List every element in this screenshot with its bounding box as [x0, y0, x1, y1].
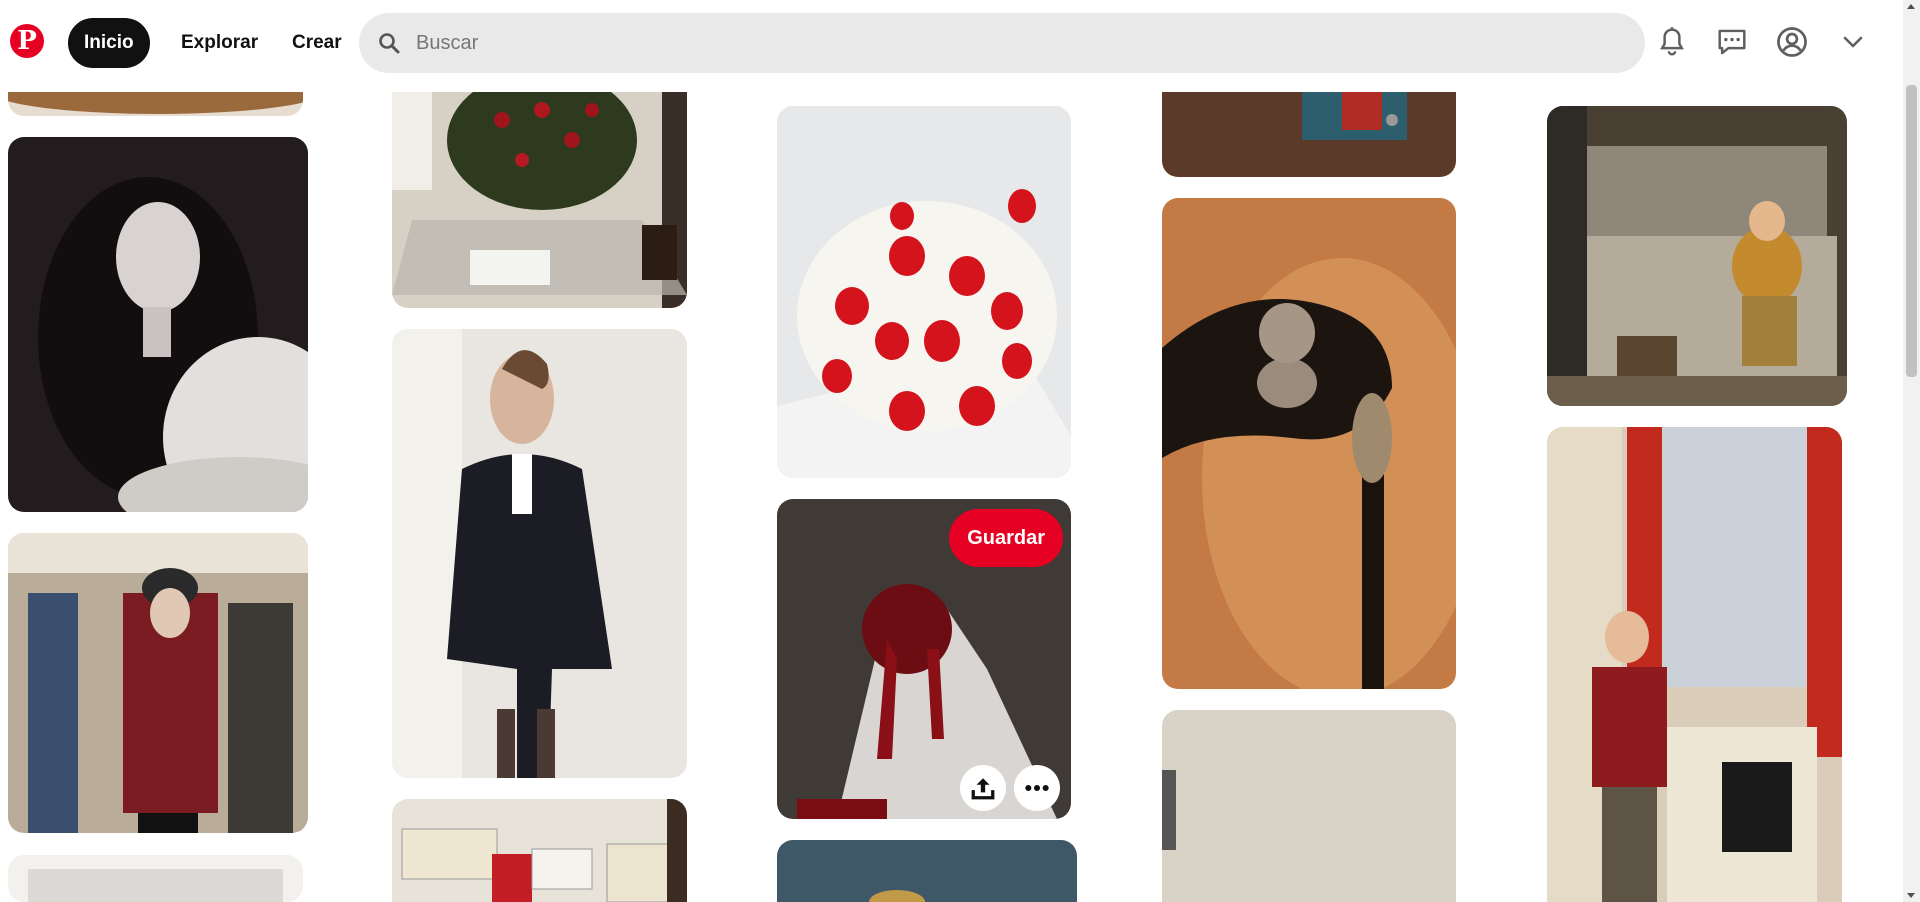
- pin-woman-bw-portrait[interactable]: [8, 137, 308, 512]
- pin-kid-window[interactable]: [1547, 427, 1842, 902]
- pin-strawberry-cream-cake[interactable]: [777, 106, 1071, 478]
- pin-image: [777, 840, 1077, 902]
- pin-image: [8, 855, 303, 902]
- nav-explore-button[interactable]: Explorar: [165, 18, 274, 68]
- pin-image: [392, 329, 687, 778]
- search-icon: [379, 33, 400, 54]
- pin-image: [1547, 427, 1842, 902]
- pin-image: [777, 106, 1071, 478]
- messages-button[interactable]: [1714, 24, 1750, 60]
- chevron-down-icon: [1843, 36, 1863, 48]
- pinterest-logo-icon[interactable]: P: [10, 24, 44, 58]
- profile-icon: [1777, 27, 1807, 57]
- pin-arabic-calligraphy-wall[interactable]: [392, 799, 687, 902]
- pin-image: [1547, 106, 1847, 406]
- scroll-down-arrow-icon[interactable]: [1907, 893, 1915, 898]
- page-scrollbar[interactable]: [1903, 0, 1920, 902]
- scroll-thumb[interactable]: [1906, 85, 1917, 377]
- scroll-up-arrow-icon[interactable]: [1907, 4, 1915, 9]
- more-options-button[interactable]: [1014, 765, 1060, 811]
- top-navigation: P Inicio Explorar Crear: [0, 0, 1920, 92]
- pin-image: [1162, 80, 1456, 177]
- pin-roses-glass-table[interactable]: [392, 80, 687, 308]
- pin-image: [392, 799, 687, 902]
- save-button[interactable]: Guardar: [949, 509, 1063, 567]
- pin-pinstripe-suit-model[interactable]: [392, 329, 687, 778]
- account-menu-button[interactable]: [1835, 24, 1871, 60]
- notifications-button[interactable]: [1654, 24, 1690, 60]
- pin-image: [8, 533, 308, 833]
- pin-school-hallway[interactable]: [8, 533, 308, 833]
- pin-image: [1162, 198, 1456, 689]
- profile-button[interactable]: [1774, 24, 1810, 60]
- pin-frame-partial[interactable]: [8, 855, 303, 902]
- pin-beige-texture[interactable]: [1162, 710, 1456, 902]
- message-icon: [1718, 29, 1746, 55]
- nav-home-button[interactable]: Inicio: [68, 18, 150, 68]
- search-input[interactable]: [416, 13, 1596, 73]
- pin-bloody-hand[interactable]: Guardar: [777, 499, 1071, 819]
- pin-wallet-partial[interactable]: [1162, 80, 1456, 177]
- pin-image: [8, 137, 308, 512]
- share-button[interactable]: [960, 765, 1006, 811]
- pin-limousine-kid[interactable]: [1547, 106, 1847, 406]
- search-bar[interactable]: [359, 13, 1645, 73]
- nav-create-button[interactable]: Crear: [276, 18, 358, 68]
- pin-image: [1162, 710, 1456, 902]
- pin-blue-partial[interactable]: [777, 840, 1077, 902]
- share-icon: [971, 778, 995, 800]
- pin-skull-cane[interactable]: [1162, 198, 1456, 689]
- pin-image: [392, 80, 687, 308]
- bell-icon: [1660, 27, 1684, 56]
- more-icon: [1025, 784, 1049, 792]
